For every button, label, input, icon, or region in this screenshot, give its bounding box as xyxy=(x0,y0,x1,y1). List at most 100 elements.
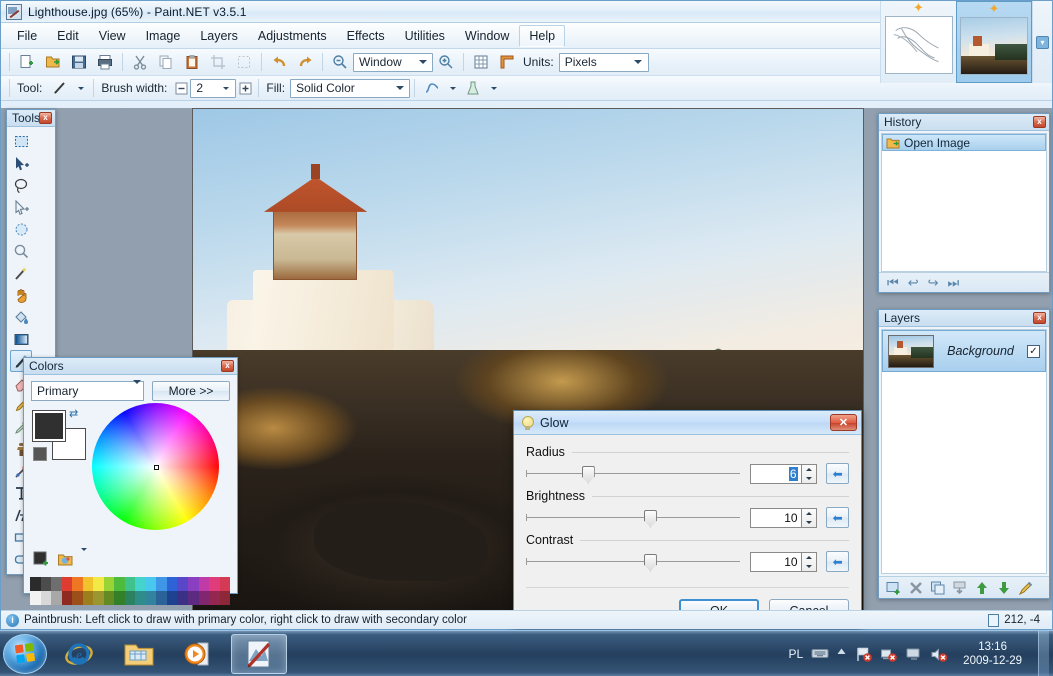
close-icon[interactable]: x xyxy=(1033,116,1046,128)
add-layer-icon[interactable] xyxy=(886,580,902,596)
brightness-slider[interactable] xyxy=(526,508,741,528)
paint-bucket-icon[interactable] xyxy=(10,306,32,328)
color-mode-combo[interactable]: Primary xyxy=(31,380,144,401)
media-player-taskbar-button[interactable] xyxy=(171,634,227,674)
blend-dropdown-button[interactable] xyxy=(487,77,500,99)
brush-width-decrease-button[interactable] xyxy=(173,77,189,99)
redo-arrow-icon[interactable] xyxy=(293,51,317,73)
spinner-down-button[interactable] xyxy=(802,474,817,483)
palette-swatch[interactable] xyxy=(93,591,104,605)
menu-utilities[interactable]: Utilities xyxy=(395,25,455,47)
units-combo[interactable]: Pixels xyxy=(558,52,649,72)
palette-swatch[interactable] xyxy=(40,591,52,605)
palette-swatch[interactable] xyxy=(177,591,188,605)
radius-reset-button[interactable]: ⬅ xyxy=(826,463,849,484)
thumbnail-scroll-button[interactable]: ▾ xyxy=(1032,1,1052,83)
palette-swatch[interactable] xyxy=(114,577,125,591)
duplicate-layer-icon[interactable] xyxy=(930,580,946,596)
menu-adjustments[interactable]: Adjustments xyxy=(248,25,337,47)
fast-forward-icon[interactable]: ⏭ xyxy=(948,276,960,289)
palette-swatch[interactable] xyxy=(209,577,220,591)
crop-icon[interactable] xyxy=(206,51,230,73)
primary-color-swatch[interactable] xyxy=(32,410,66,442)
spinner-up-button[interactable] xyxy=(802,553,817,562)
arrow-up-icon[interactable] xyxy=(974,580,990,596)
palette-swatch[interactable] xyxy=(219,577,231,591)
language-indicator[interactable]: PL xyxy=(788,647,803,661)
palette-swatch[interactable] xyxy=(72,591,83,605)
move-selection-tool[interactable] xyxy=(10,196,32,218)
gradient-icon[interactable] xyxy=(10,328,32,350)
spinner-up-button[interactable] xyxy=(802,509,817,518)
layers-list[interactable]: Background ✓ xyxy=(881,329,1047,574)
palette-swatch[interactable] xyxy=(51,577,62,591)
palette-swatch[interactable] xyxy=(156,577,167,591)
palette-swatch[interactable] xyxy=(82,577,94,591)
redo-arrow-icon[interactable]: ↪ xyxy=(928,276,939,289)
palette-swatch[interactable] xyxy=(61,577,73,591)
add-color-icon[interactable] xyxy=(33,551,50,568)
taskbar-clock[interactable]: 13:16 2009-12-29 xyxy=(955,640,1030,668)
palette-swatch[interactable] xyxy=(124,577,136,591)
undo-arrow-icon[interactable] xyxy=(267,51,291,73)
contrast-spinner[interactable] xyxy=(801,551,818,572)
palette-swatch[interactable] xyxy=(177,577,188,591)
palette-swatch[interactable] xyxy=(61,591,73,605)
palette-swatch[interactable] xyxy=(82,591,94,605)
palette-swatch[interactable] xyxy=(209,591,220,605)
more-colors-button[interactable]: More >> xyxy=(152,381,230,401)
save-disk-icon[interactable] xyxy=(67,51,91,73)
menu-effects[interactable]: Effects xyxy=(337,25,395,47)
document-thumbnail-lighthouse[interactable]: ✦ xyxy=(956,1,1032,83)
paintnet-taskbar-button[interactable] xyxy=(231,633,287,674)
rewind-icon[interactable]: ⏮ xyxy=(887,276,899,289)
close-icon[interactable]: x xyxy=(39,112,52,124)
palette-swatch[interactable] xyxy=(166,577,178,591)
zoom-in-icon[interactable] xyxy=(434,51,458,73)
move-selected-tool[interactable] xyxy=(10,152,32,174)
palette-swatch[interactable] xyxy=(72,577,83,591)
deselect-icon[interactable] xyxy=(232,51,256,73)
windows-explorer-taskbar-button[interactable] xyxy=(111,634,167,674)
close-icon[interactable]: ✕ xyxy=(830,414,857,431)
palette-swatch[interactable] xyxy=(51,591,62,605)
zoom-out-icon[interactable] xyxy=(328,51,352,73)
close-icon[interactable]: x xyxy=(1033,312,1046,324)
arrow-down-icon[interactable] xyxy=(996,580,1012,596)
menu-help[interactable]: Help xyxy=(519,24,566,47)
show-hidden-icons-button[interactable] xyxy=(836,646,847,662)
palette-folder-icon[interactable] xyxy=(57,551,74,568)
palette-swatch[interactable] xyxy=(124,591,136,605)
palette-swatch[interactable] xyxy=(145,577,157,591)
palette-swatch[interactable] xyxy=(30,591,41,605)
history-list[interactable]: Open Image xyxy=(881,133,1047,272)
tool-dropdown-button[interactable] xyxy=(74,77,88,99)
layer-properties-icon[interactable] xyxy=(1018,580,1034,596)
keyboard-tray-icon[interactable] xyxy=(811,646,829,662)
menu-image[interactable]: Image xyxy=(136,25,191,47)
fill-style-combo[interactable]: Solid Color xyxy=(290,78,411,98)
copy-icon[interactable] xyxy=(154,51,178,73)
network-tray-icon[interactable] xyxy=(880,646,897,662)
hand-icon[interactable] xyxy=(10,284,32,306)
menu-layers[interactable]: Layers xyxy=(190,25,248,47)
brush-width-combo[interactable]: 2 xyxy=(190,78,237,98)
radius-slider[interactable] xyxy=(526,464,741,484)
delete-layer-icon[interactable] xyxy=(908,580,924,596)
layer-item-background[interactable]: Background ✓ xyxy=(882,330,1046,372)
palette-dropdown-button[interactable] xyxy=(81,548,90,568)
slider-thumb[interactable] xyxy=(643,509,657,528)
contrast-input[interactable]: 10 xyxy=(750,551,802,572)
color-palette[interactable] xyxy=(30,577,231,605)
palette-swatch[interactable] xyxy=(103,577,115,591)
palette-swatch[interactable] xyxy=(219,591,231,605)
brightness-input[interactable]: 10 xyxy=(750,507,802,528)
display-tray-icon[interactable] xyxy=(905,646,922,662)
spinner-down-button[interactable] xyxy=(802,518,817,527)
palette-swatch[interactable] xyxy=(114,591,125,605)
palette-swatch[interactable] xyxy=(156,591,167,605)
reset-colors-icon[interactable] xyxy=(33,447,47,461)
curve-dropdown-button[interactable] xyxy=(446,77,459,99)
layer-visibility-checkbox[interactable]: ✓ xyxy=(1027,344,1040,358)
swap-colors-icon[interactable]: ⇄ xyxy=(69,407,78,420)
